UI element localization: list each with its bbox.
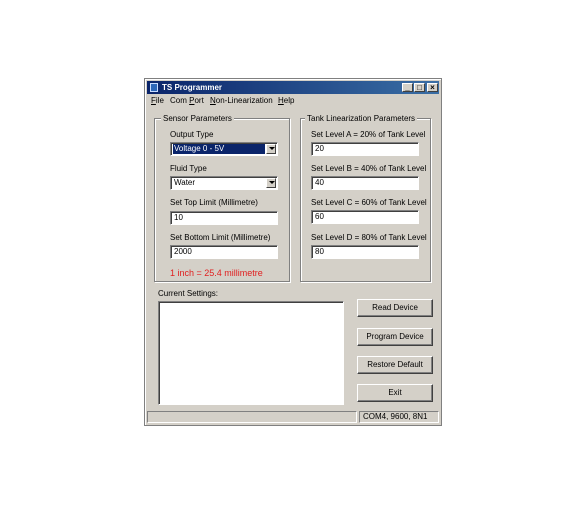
status-connection: COM4, 9600, 8N1 bbox=[359, 411, 439, 423]
tank-linearization-legend: Tank Linearization Parameters bbox=[305, 113, 418, 124]
level-c-label: Set Level C = 60% of Tank Level bbox=[311, 198, 427, 207]
menu-bar: File Com Port Non-Linearization Help bbox=[147, 94, 439, 107]
output-type-value: Voltage 0 - 5V bbox=[173, 144, 265, 154]
current-settings-textarea[interactable] bbox=[158, 301, 344, 405]
level-b-input[interactable]: 40 bbox=[311, 176, 419, 190]
level-b-label: Set Level B = 40% of Tank Level bbox=[311, 164, 427, 173]
sensor-parameters-legend: Sensor Parameters bbox=[161, 113, 234, 124]
fluid-type-label: Fluid Type bbox=[170, 164, 207, 173]
status-panel-left bbox=[147, 411, 357, 423]
fluid-type-value: Water bbox=[174, 178, 196, 187]
sensor-parameters-group: Sensor Parameters Output Type Voltage 0 … bbox=[154, 113, 290, 282]
menu-non-linearization[interactable]: Non-Linearization bbox=[210, 95, 273, 106]
chevron-down-icon[interactable] bbox=[266, 144, 276, 154]
status-bar: COM4, 9600, 8N1 bbox=[147, 411, 439, 423]
app-icon bbox=[150, 83, 158, 92]
top-limit-label: Set Top Limit (Millimetre) bbox=[170, 198, 258, 207]
app-window: TS Programmer _ □ × File Com Port Non-Li… bbox=[144, 78, 442, 426]
maximize-icon[interactable]: □ bbox=[414, 83, 425, 92]
menu-help[interactable]: Help bbox=[278, 95, 294, 106]
level-d-input[interactable]: 80 bbox=[311, 245, 419, 259]
title-bar[interactable]: TS Programmer _ □ × bbox=[147, 81, 439, 94]
menu-com-port[interactable]: Com Port bbox=[170, 95, 204, 106]
fluid-type-select[interactable]: Water bbox=[170, 176, 278, 190]
bottom-limit-input[interactable]: 2000 bbox=[170, 245, 278, 259]
chevron-down-icon[interactable] bbox=[266, 178, 276, 188]
level-c-input[interactable]: 60 bbox=[311, 210, 419, 224]
output-type-label: Output Type bbox=[170, 130, 214, 139]
level-d-label: Set Level D = 80% of Tank Level bbox=[311, 233, 427, 242]
tank-linearization-group: Tank Linearization Parameters Set Level … bbox=[300, 113, 431, 282]
menu-file[interactable]: File bbox=[151, 95, 164, 106]
conversion-note: 1 inch = 25.4 millimetre bbox=[170, 268, 263, 278]
window-title: TS Programmer bbox=[162, 83, 223, 92]
top-limit-input[interactable]: 10 bbox=[170, 211, 278, 225]
minimize-icon[interactable]: _ bbox=[402, 83, 413, 92]
restore-default-button[interactable]: Restore Default bbox=[357, 356, 433, 374]
close-icon[interactable]: × bbox=[427, 83, 438, 92]
level-a-input[interactable]: 20 bbox=[311, 142, 419, 156]
bottom-limit-label: Set Bottom Limit (Millimetre) bbox=[170, 233, 271, 242]
program-device-button[interactable]: Program Device bbox=[357, 328, 433, 346]
level-a-label: Set Level A = 20% of Tank Level bbox=[311, 130, 426, 139]
output-type-select[interactable]: Voltage 0 - 5V bbox=[170, 142, 278, 156]
current-settings-label: Current Settings: bbox=[158, 289, 219, 298]
exit-button[interactable]: Exit bbox=[357, 384, 433, 402]
read-device-button[interactable]: Read Device bbox=[357, 299, 433, 317]
